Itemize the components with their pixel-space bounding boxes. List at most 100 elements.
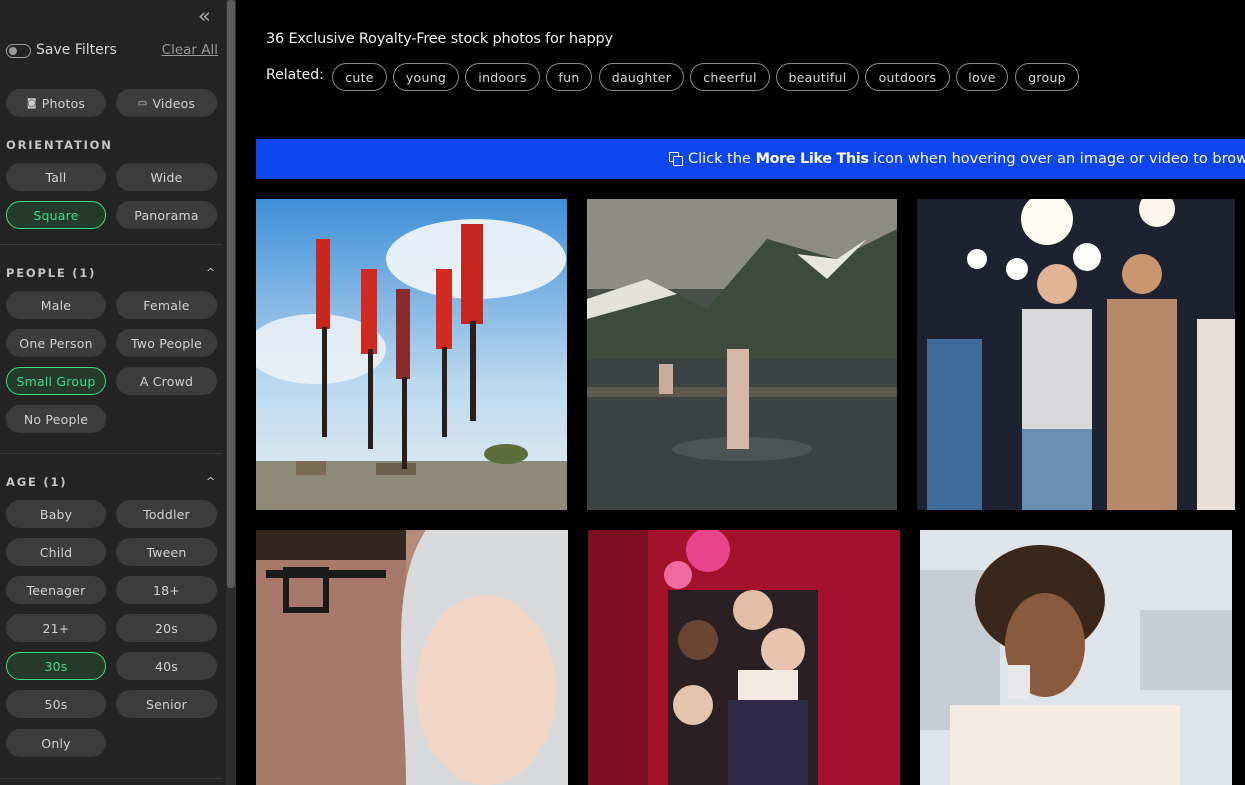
age-option-18[interactable]: 18+ xyxy=(116,576,217,604)
option-label: 21+ xyxy=(42,620,70,636)
related-tag-group[interactable]: group xyxy=(1015,63,1079,91)
section-divider xyxy=(0,778,222,779)
related-tag-young[interactable]: young xyxy=(393,63,459,91)
people-option-no-people[interactable]: No People xyxy=(6,405,106,433)
age-option-30s[interactable]: 30s xyxy=(6,652,106,680)
results-heading: 36 Exclusive Royalty-Free stock photos f… xyxy=(266,31,613,47)
orientation-option-wide[interactable]: Wide xyxy=(116,163,217,191)
related-tag-outdoors[interactable]: outdoors xyxy=(865,63,950,91)
videos-button-label: Videos xyxy=(152,95,196,111)
age-heading: AGE (1) xyxy=(6,475,68,489)
banner-prefix: Click the xyxy=(688,151,756,167)
videos-button[interactable]: ▭ Videos xyxy=(116,89,217,117)
clear-all-link[interactable]: Clear All xyxy=(162,42,218,58)
women-party-photo xyxy=(588,530,900,785)
option-label: Only xyxy=(41,735,71,751)
option-label: One Person xyxy=(19,335,93,351)
option-label: Baby xyxy=(39,506,73,522)
app: « Save Filters Clear All ◙ Photos ▭ Videos… xyxy=(0,0,1245,785)
age-option-teenager[interactable]: Teenager xyxy=(6,576,106,604)
chevron-up-icon[interactable]: ^ xyxy=(206,266,215,279)
chevrons-left-icon[interactable]: « xyxy=(198,6,211,27)
age-option-toddler[interactable]: Toddler xyxy=(116,500,217,528)
save-filters-row: Save Filters Clear All xyxy=(6,40,218,62)
filter-sidebar: « Save Filters Clear All ◙ Photos ▭ Videos… xyxy=(0,0,236,785)
save-filters-toggle[interactable] xyxy=(6,44,31,58)
option-label: Toddler xyxy=(143,506,190,522)
chevron-up-icon[interactable]: ^ xyxy=(206,475,215,488)
option-label: Tall xyxy=(45,169,67,185)
related-tag-cute[interactable]: cute xyxy=(332,63,387,91)
age-option-40s[interactable]: 40s xyxy=(116,652,217,680)
more-like-this-icon xyxy=(669,152,683,166)
option-label: 20s xyxy=(154,620,179,636)
option-label: A Crowd xyxy=(139,373,194,389)
option-label: No People xyxy=(23,411,89,427)
video-camera-icon: ▭ xyxy=(137,97,148,109)
toggle-knob xyxy=(9,47,17,55)
people-option-one-person[interactable]: One Person xyxy=(6,329,106,357)
option-label: Male xyxy=(40,297,72,313)
sidebar-scrollbar[interactable] xyxy=(226,0,236,785)
mother-baby-photo xyxy=(256,530,568,785)
party-photo xyxy=(917,199,1235,510)
save-filters-label: Save Filters xyxy=(36,42,117,58)
people-option-a-crowd[interactable]: A Crowd xyxy=(116,367,217,395)
related-tag-daughter[interactable]: daughter xyxy=(599,63,684,91)
people-option-two-people[interactable]: Two People xyxy=(116,329,217,357)
orientation-option-panorama[interactable]: Panorama xyxy=(116,201,217,229)
photo-tile[interactable] xyxy=(588,530,900,785)
people-option-small-group[interactable]: Small Group xyxy=(6,367,106,395)
related-tag-love[interactable]: love xyxy=(956,63,1008,91)
related-tag-cheerful[interactable]: cheerful xyxy=(690,63,770,91)
option-label: 18+ xyxy=(153,582,180,598)
age-option-20s[interactable]: 20s xyxy=(116,614,217,642)
scrollbar-thumb[interactable] xyxy=(227,0,235,588)
option-label: 30s xyxy=(44,658,68,674)
option-label: Female xyxy=(143,297,190,313)
maasai-photo xyxy=(256,199,567,510)
related-tag-fun[interactable]: fun xyxy=(546,63,592,91)
option-label: Small Group xyxy=(16,373,96,389)
age-option-21[interactable]: 21+ xyxy=(6,614,106,642)
option-label: Teenager xyxy=(26,582,86,598)
related-tag-indoors[interactable]: indoors xyxy=(465,63,540,91)
photos-button[interactable]: ◙ Photos xyxy=(6,89,106,117)
orientation-heading: ORIENTATION xyxy=(6,138,113,152)
option-label: Two People xyxy=(131,335,202,351)
banner-bold: More Like This xyxy=(755,151,869,167)
photo-tile[interactable] xyxy=(256,530,568,785)
age-option-baby[interactable]: Baby xyxy=(6,500,106,528)
more-like-this-banner: Click the More Like This icon when hover… xyxy=(256,139,1245,179)
age-option-only[interactable]: Only xyxy=(6,729,106,757)
age-option-child[interactable]: Child xyxy=(6,538,106,566)
banner-suffix: icon when hovering over an image or vide… xyxy=(868,151,1245,167)
photo-tile[interactable] xyxy=(256,199,567,510)
people-option-male[interactable]: Male xyxy=(6,291,106,319)
camera-icon: ◙ xyxy=(26,97,37,109)
photo-tile[interactable] xyxy=(920,530,1232,785)
option-label: Tween xyxy=(146,544,187,560)
section-divider xyxy=(0,453,222,454)
section-divider xyxy=(0,244,222,245)
orientation-option-tall[interactable]: Tall xyxy=(6,163,106,191)
lake-photo xyxy=(587,199,897,510)
woman-phone-photo xyxy=(920,530,1232,785)
photo-tile[interactable] xyxy=(917,199,1235,510)
option-label: Senior xyxy=(145,696,187,712)
option-label: Panorama xyxy=(134,207,199,223)
option-label: 50s xyxy=(44,696,68,712)
option-label: Wide xyxy=(150,169,183,185)
age-option-50s[interactable]: 50s xyxy=(6,690,106,718)
people-option-female[interactable]: Female xyxy=(116,291,217,319)
related-label: Related: xyxy=(266,67,324,83)
related-tag-beautiful[interactable]: beautiful xyxy=(776,63,859,91)
option-label: Child xyxy=(39,544,73,560)
age-option-tween[interactable]: Tween xyxy=(116,538,217,566)
orientation-option-square[interactable]: Square xyxy=(6,201,106,229)
people-heading: PEOPLE (1) xyxy=(6,266,97,280)
option-label: Square xyxy=(33,207,79,223)
photo-tile[interactable] xyxy=(587,199,897,510)
age-option-senior[interactable]: Senior xyxy=(116,690,217,718)
photos-button-label: Photos xyxy=(41,95,86,111)
